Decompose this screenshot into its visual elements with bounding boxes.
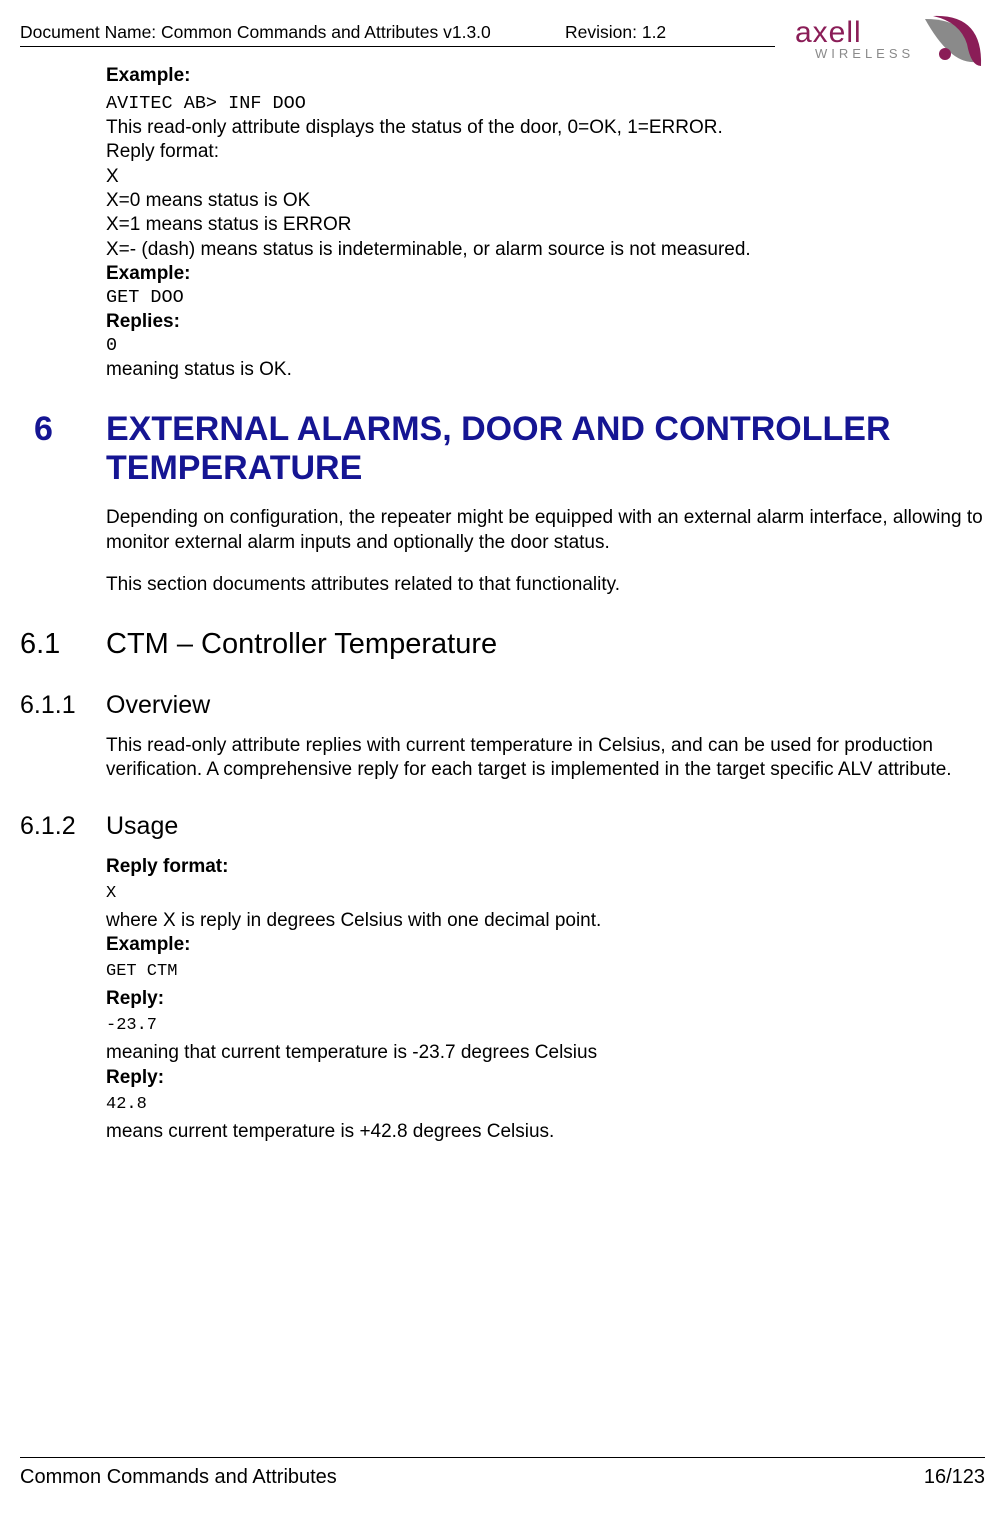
body-text: This read-only attribute replies with cu… [106,734,985,783]
revision-label: Revision: 1.2 [565,22,666,43]
page-content: Example: AVITEC AB> INF DOO This read-on… [20,64,985,1144]
section-title: CTM – Controller Temperature [106,627,497,662]
reply-value: -23.7 [106,1015,985,1037]
header-divider [20,46,775,47]
section-6-1-heading: 6.1 CTM – Controller Temperature [20,627,985,662]
section-6-1-1-heading: 6.1.1 Overview [20,690,985,720]
body-text: X=- (dash) means status is indeterminabl… [106,238,985,262]
reply-format-value: X [106,883,985,905]
document-page: Document Name: Common Commands and Attri… [0,0,1005,1517]
body-text: X=1 means status is ERROR [106,213,985,237]
reply-heading: Reply: [106,987,985,1011]
logo-main-text: axell [795,16,862,49]
page-footer: Common Commands and Attributes 16/123 [20,1457,985,1489]
section-number: 6.1 [20,627,106,662]
command-text: GET DOO [106,286,985,310]
section-6-heading: 6 EXTERNAL ALARMS, DOOR AND CONTROLLER T… [20,410,985,488]
logo-sub-text: WIRELESS [815,46,914,61]
reply-heading: Reply: [106,1066,985,1090]
body-text: where X is reply in degrees Celsius with… [106,909,985,933]
body-text: means current temperature is +42.8 degre… [106,1120,985,1144]
body-text: meaning status is OK. [106,358,985,382]
document-name: Document Name: Common Commands and Attri… [20,22,491,43]
section-title: EXTERNAL ALARMS, DOOR AND CONTROLLER TEM… [106,410,985,488]
example-heading: Example: [106,64,985,88]
command-text: GET CTM [106,961,985,983]
example-heading: Example: [106,262,985,286]
body-text: This read-only attribute displays the st… [106,116,985,140]
body-text: meaning that current temperature is -23.… [106,1041,985,1065]
reply-format-heading: Reply format: [106,855,985,879]
example-heading: Example: [106,933,985,957]
body-text: Reply format: [106,140,985,164]
reply-value: 42.8 [106,1094,985,1116]
section-number: 6.1.1 [20,690,106,720]
section-title: Usage [106,811,178,841]
section-6-1-2-heading: 6.1.2 Usage [20,811,985,841]
body-text: Depending on configuration, the repeater… [106,506,985,555]
page-number: 16/123 [924,1466,985,1489]
section-number: 6.1.2 [20,811,106,841]
body-text: X [106,165,985,189]
logo-swoosh-icon [925,16,981,66]
command-text: AVITEC AB> INF DOO [106,92,985,116]
section-number: 6 [20,410,106,449]
section-title: Overview [106,690,210,720]
footer-title: Common Commands and Attributes [20,1466,337,1489]
page-header: Document Name: Common Commands and Attri… [20,20,985,66]
body-text: X=0 means status is OK [106,189,985,213]
replies-heading: Replies: [106,310,985,334]
reply-value: 0 [106,334,985,358]
body-text: This section documents attributes relate… [106,573,985,597]
footer-divider [20,1457,985,1458]
